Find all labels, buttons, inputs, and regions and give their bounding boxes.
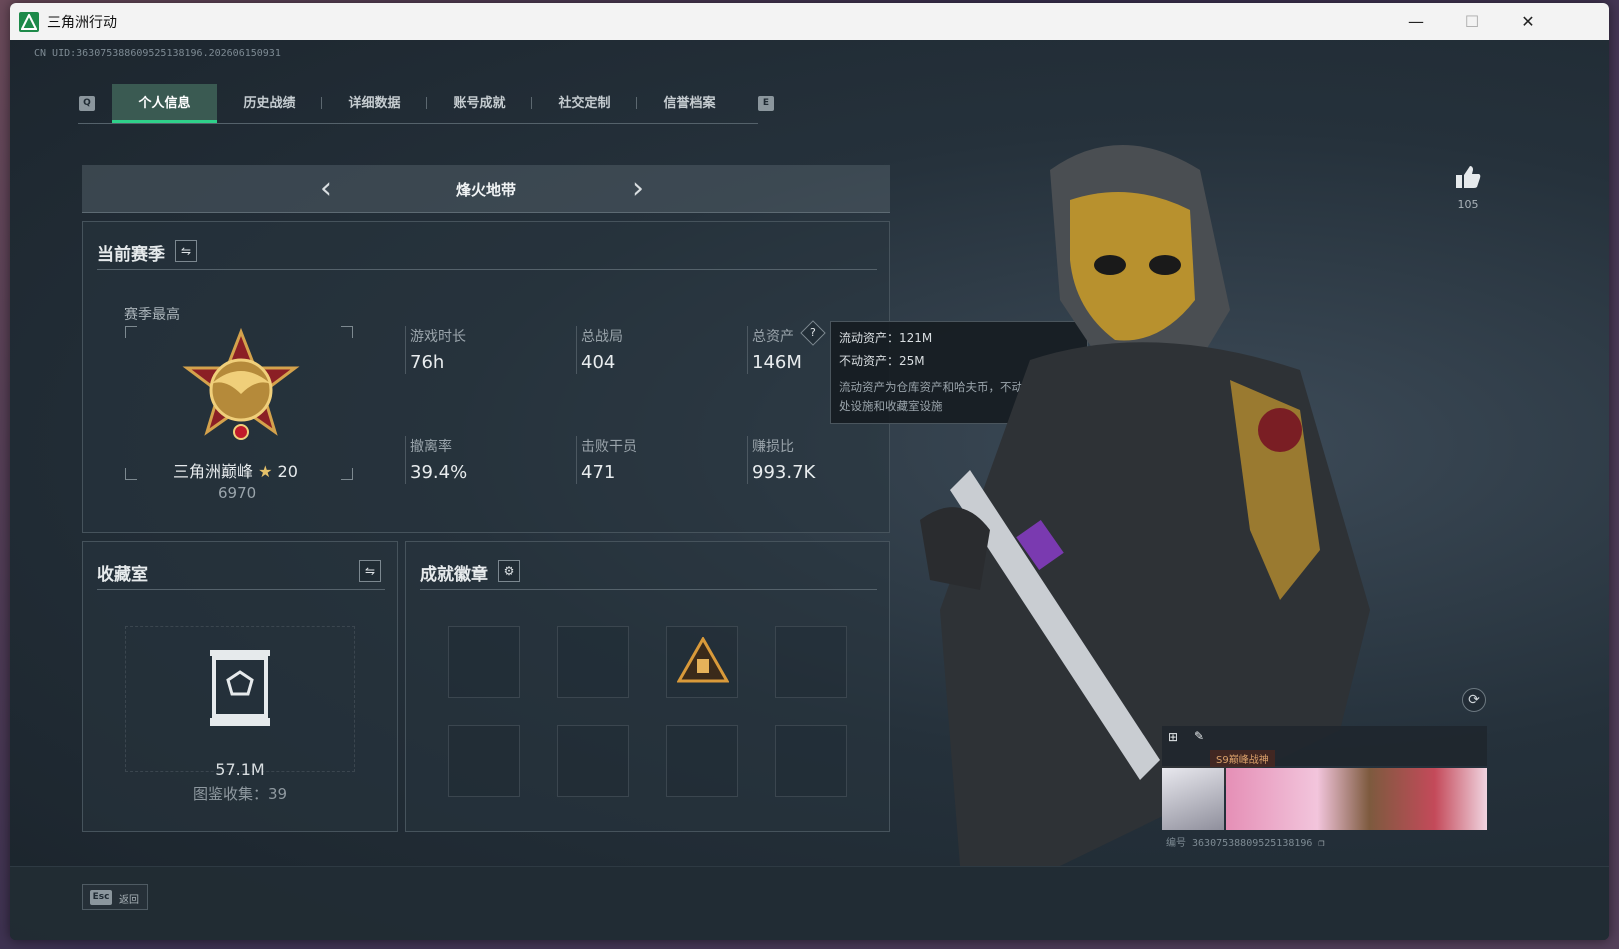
stat-assets-value: 146M	[752, 352, 802, 373]
divider	[97, 269, 877, 270]
stat-profit-ratio-label: 赚损比	[752, 439, 794, 455]
achievements-settings-button[interactable]: ⚙	[498, 560, 520, 582]
badge-slot[interactable]	[557, 725, 629, 797]
stat-assets-label: 总资产	[752, 329, 794, 345]
divider	[576, 436, 577, 484]
prev-tab-key[interactable]: Q	[79, 96, 95, 111]
achievements-panel: 成就徽章 ⚙	[405, 541, 890, 832]
card-header: ⊞ ✎ S9巅峰战神	[1162, 726, 1487, 767]
frame-corner	[341, 468, 353, 480]
stat-playtime-label: 游戏时长	[410, 329, 466, 345]
rank-name-row: 三角洲巅峰 ★ 20	[173, 458, 298, 482]
collection-value: 57.1M	[215, 760, 265, 779]
frame-corner	[341, 326, 353, 338]
badge-slot[interactable]	[448, 725, 520, 797]
refresh-button[interactable]: ⟳	[1462, 688, 1486, 712]
bottom-bar: Esc 返回	[10, 866, 1609, 940]
divider	[576, 326, 577, 374]
frame-corner	[125, 326, 137, 338]
season-switch-button[interactable]: ⇋	[175, 240, 197, 262]
help-glyph: ?	[810, 326, 816, 339]
close-button[interactable]: ✕	[1500, 3, 1556, 40]
copy-icon[interactable]: ❐	[1318, 838, 1324, 849]
tab-social-custom[interactable]: 社交定制	[532, 84, 637, 123]
avatar[interactable]	[1162, 768, 1224, 830]
divider	[97, 589, 385, 590]
badge-slot[interactable]	[775, 626, 847, 698]
badge-slot[interactable]	[666, 725, 738, 797]
season-best-label: 赛季最高	[124, 307, 180, 323]
maximize-button[interactable]: ☐	[1444, 3, 1500, 40]
card-banner-image[interactable]	[1226, 768, 1487, 830]
season-title: 当前赛季	[97, 245, 165, 265]
stat-profit-ratio-value: 993.7K	[752, 462, 816, 483]
mode-next-button[interactable]: ›	[632, 171, 644, 206]
game-window: 三角洲行动 — ☐ ✕ CN UID:3630753886095251381​9…	[10, 3, 1609, 940]
stat-kills-label: 击败干员	[581, 439, 637, 455]
card-title: S9巅峰战神	[1210, 750, 1275, 767]
rank-score: 6970	[218, 484, 257, 502]
divider	[405, 436, 406, 484]
refresh-icon: ⟳	[1468, 692, 1480, 708]
tab-personal-info[interactable]: 个人信息	[112, 84, 217, 123]
divider	[747, 436, 748, 484]
rank-star-icon: ★	[258, 462, 273, 481]
badge-slot[interactable]	[448, 626, 520, 698]
achievements-title: 成就徽章	[420, 565, 488, 585]
player-card: ⊞ ✎ S9巅峰战神	[1162, 726, 1487, 830]
rank-emblem-icon	[182, 328, 300, 440]
game-screen: CN UID:3630753886095251381​96.2026061509…	[10, 40, 1609, 940]
stat-playtime-value: 76h	[410, 352, 445, 373]
frame-corner	[125, 468, 137, 480]
divider	[747, 326, 748, 374]
window-title: 三角洲行动	[47, 14, 117, 31]
rank-name: 三角洲巅峰	[173, 462, 254, 481]
assets-help-icon[interactable]: ?	[800, 320, 826, 346]
esc-key-hint: Esc	[90, 890, 112, 905]
collection-switch-button[interactable]: ⇋	[359, 560, 381, 582]
next-tab-key[interactable]: E	[758, 96, 774, 111]
badge-slot[interactable]	[666, 626, 738, 698]
like-count: 105	[1457, 198, 1479, 211]
minimize-button[interactable]: —	[1388, 3, 1444, 40]
card-id: 编号 3630​7538809525138196	[1166, 838, 1313, 849]
window-titlebar: 三角洲行动 — ☐ ✕	[10, 3, 1609, 40]
stat-matches-label: 总战局	[581, 329, 623, 345]
back-label: 返回	[119, 895, 139, 906]
card-id-row: 编号 3630​7538809525138196 ❐	[1166, 834, 1325, 849]
badge-slot[interactable]	[775, 725, 847, 797]
tab-detailed-data[interactable]: 详细数据	[322, 84, 427, 123]
mode-selector: ‹ 烽火地带 ›	[82, 165, 890, 213]
card-layout-icon[interactable]: ⊞	[1168, 730, 1178, 744]
stat-kills-value: 471	[581, 462, 616, 483]
stat-matches-value: 404	[581, 352, 616, 373]
badge-slot[interactable]	[557, 626, 629, 698]
mode-title: 烽火地带	[455, 181, 516, 199]
player-uid: CN UID:3630753886095251381​96.2026061509…	[34, 48, 281, 59]
current-season-panel: 当前赛季 ⇋ 赛季最高 三角洲巅峰 ★ 20 6970 游戏时长 76h 总战局…	[82, 221, 890, 533]
collection-catalog: 图鉴收集：39	[192, 785, 288, 803]
display-case-icon	[210, 650, 270, 726]
thumbs-up-icon	[1456, 166, 1481, 188]
stat-extract-rate-value: 39.4%	[410, 462, 468, 483]
tab-history[interactable]: 历史战绩	[217, 84, 322, 123]
rank-stars: 20	[277, 462, 298, 481]
divider	[405, 326, 406, 374]
achievement-badge-icon	[677, 637, 729, 683]
back-button[interactable]: Esc 返回	[82, 884, 148, 910]
tab-credit-record[interactable]: 信誉档案	[637, 84, 742, 123]
collection-panel: 收藏室 ⇋ 57.1M 图鉴收集：39	[82, 541, 398, 832]
like-button[interactable]: 105	[1448, 164, 1488, 211]
app-logo-icon	[19, 11, 39, 32]
divider	[420, 589, 877, 590]
collection-title: 收藏室	[97, 565, 148, 585]
edit-icon[interactable]: ✎	[1194, 729, 1204, 743]
tab-account-achievements[interactable]: 账号成就	[427, 84, 532, 123]
stat-extract-rate-label: 撤离率	[410, 439, 452, 455]
